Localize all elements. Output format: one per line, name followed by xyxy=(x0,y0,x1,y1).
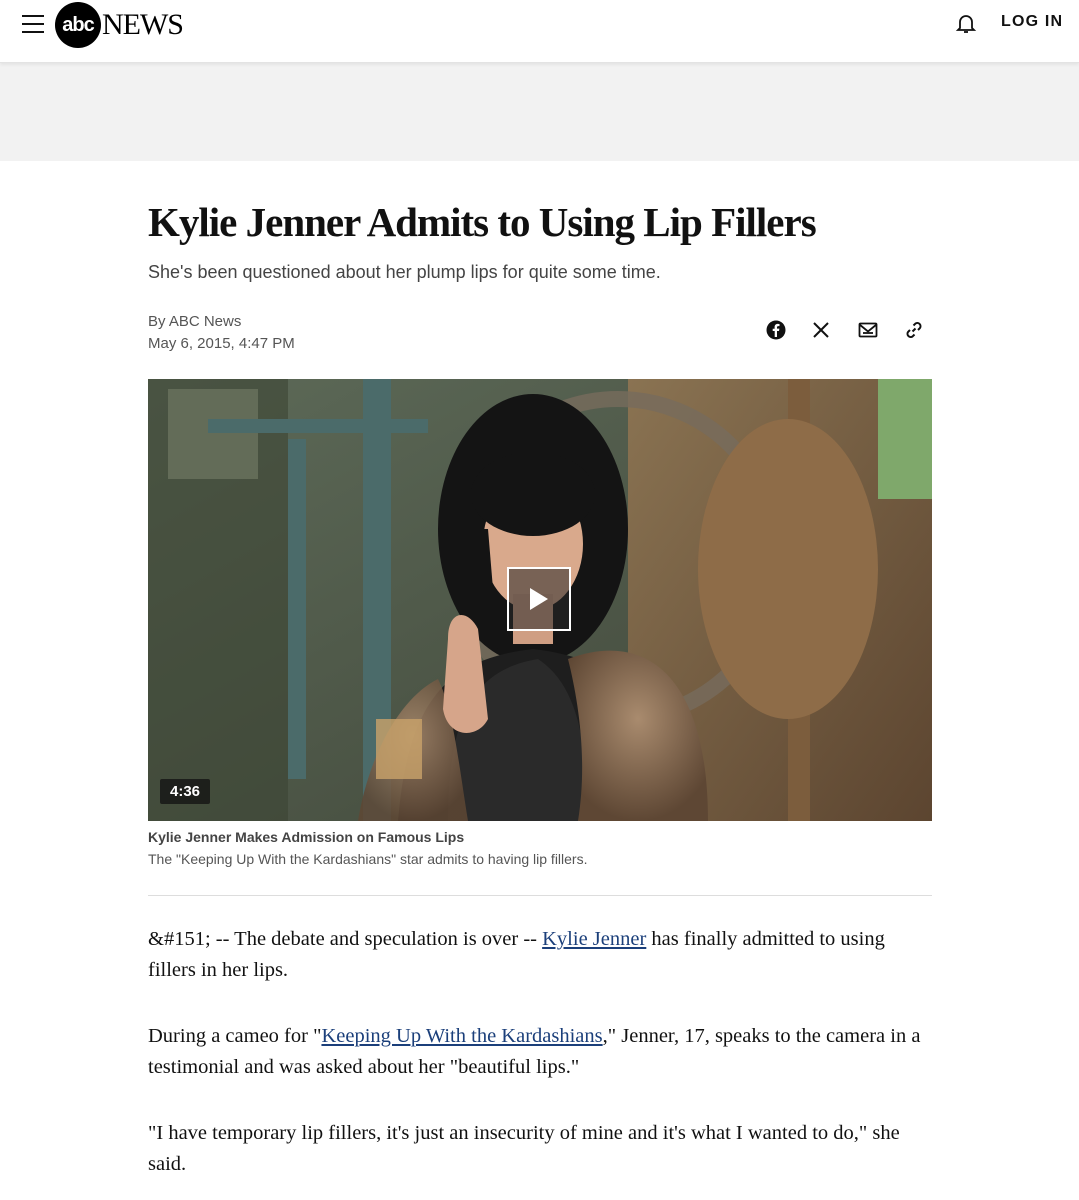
share-facebook-button[interactable] xyxy=(766,319,812,341)
link-kylie-jenner[interactable]: Kylie Jenner xyxy=(542,928,646,950)
bell-icon[interactable] xyxy=(954,11,978,35)
text-span: &#151; -- The debate and speculation is … xyxy=(148,928,543,950)
video-caption-title: Kylie Jenner Makes Admission on Famous L… xyxy=(148,829,465,845)
logo-news: NEWS xyxy=(102,8,184,41)
video-caption-description: The "Keeping Up With the Kardashians" st… xyxy=(148,851,588,867)
abc-news-logo[interactable]: abc NEWS xyxy=(55,2,184,48)
article-headline: Kylie Jenner Admits to Using Lip Fillers xyxy=(148,199,817,245)
login-button[interactable]: LOG IN xyxy=(1001,13,1063,31)
byline: By ABC News xyxy=(148,313,242,330)
body-paragraph: During a cameo for "Keeping Up With the … xyxy=(148,1021,932,1083)
play-button[interactable] xyxy=(507,567,571,631)
link-icon xyxy=(906,322,922,338)
menu-icon[interactable] xyxy=(22,15,44,33)
byline-block: By ABC News May 6, 2015, 4:47 PM xyxy=(148,311,295,355)
video-player[interactable]: 4:36 xyxy=(148,379,932,821)
email-icon xyxy=(858,322,878,338)
logo-abc: abc xyxy=(55,2,101,48)
x-icon xyxy=(813,322,829,338)
ad-banner xyxy=(0,63,1079,161)
article-subhead: She's been questioned about her plump li… xyxy=(148,262,661,282)
divider xyxy=(148,895,932,896)
play-icon xyxy=(530,588,548,610)
publish-date: May 6, 2015, 4:47 PM xyxy=(148,335,295,352)
video-duration: 4:36 xyxy=(160,779,211,804)
facebook-icon xyxy=(766,320,786,340)
text-span: During a cameo for " xyxy=(148,1025,322,1047)
share-bar xyxy=(766,319,950,341)
site-header: abc NEWS LOG IN xyxy=(0,0,1079,63)
share-link-button[interactable] xyxy=(904,319,950,341)
body-paragraph: &#151; -- The debate and speculation is … xyxy=(148,924,932,986)
share-x-button[interactable] xyxy=(812,319,858,341)
body-paragraph: "I have temporary lip fillers, it's just… xyxy=(148,1122,900,1175)
share-email-button[interactable] xyxy=(858,319,904,341)
link-kardashians-show[interactable]: Keeping Up With the Kardashians xyxy=(321,1025,602,1047)
